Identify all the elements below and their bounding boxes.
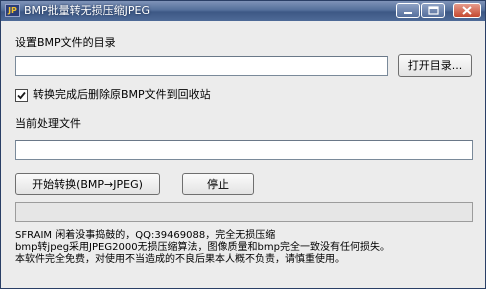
start-convert-button[interactable]: 开始转换(BMP→JPEG) bbox=[15, 173, 160, 195]
minimize-button[interactable] bbox=[396, 3, 420, 18]
stop-button[interactable]: 停止 bbox=[182, 173, 254, 195]
info-line-2: bmp转jpeg采用JPEG2000无损压缩算法，图像质量和bmp完全一致没有任… bbox=[15, 242, 390, 253]
main-window: JP BMP批量转无损压缩JPEG 设置BMP文件的目录 打开目录... 转换完… bbox=[0, 0, 486, 289]
maximize-icon bbox=[428, 6, 439, 15]
maximize-button[interactable] bbox=[421, 3, 445, 18]
directory-input[interactable] bbox=[15, 56, 388, 76]
info-line-1: SFRAIM 闲着没事捣鼓的，QQ:39469088，完全无损压缩 bbox=[15, 230, 276, 241]
current-file-label: 当前处理文件 bbox=[15, 117, 81, 130]
checkmark-icon bbox=[17, 91, 26, 100]
close-icon bbox=[462, 6, 472, 15]
close-button[interactable] bbox=[453, 3, 481, 18]
info-line-3: 本软件完全免费，对使用不当造成的不良后果本人概不负责，请慎重使用。 bbox=[15, 254, 345, 265]
progress-bar bbox=[15, 202, 473, 222]
title-bar[interactable]: JP BMP批量转无损压缩JPEG bbox=[1, 1, 485, 21]
minimize-icon bbox=[404, 12, 412, 14]
delete-after-label[interactable]: 转换完成后删除原BMP文件到回收站 bbox=[33, 88, 211, 102]
delete-after-checkbox[interactable] bbox=[15, 89, 28, 102]
current-file-field[interactable] bbox=[15, 140, 473, 160]
open-directory-button[interactable]: 打开目录... bbox=[398, 54, 472, 77]
app-icon-text: JP bbox=[8, 6, 17, 15]
directory-label: 设置BMP文件的目录 bbox=[15, 36, 116, 49]
window-title: BMP批量转无损压缩JPEG bbox=[24, 4, 151, 17]
app-icon: JP bbox=[5, 4, 20, 17]
